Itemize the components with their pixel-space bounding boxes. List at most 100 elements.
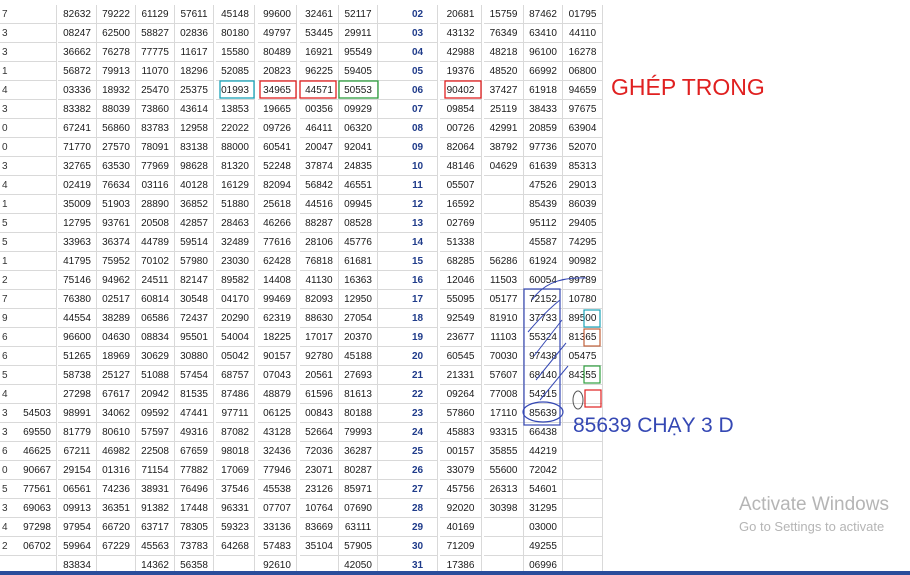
cell[interactable]: 45538 (258, 480, 297, 499)
cell[interactable]: 96600 (58, 328, 97, 347)
cell[interactable]: 20681 (440, 5, 482, 24)
empty-cell[interactable] (378, 347, 398, 366)
cell[interactable] (563, 442, 603, 461)
row-number[interactable]: 5 (0, 366, 18, 385)
cell[interactable] (484, 195, 524, 214)
cell[interactable]: 44516 (300, 195, 339, 214)
cell[interactable]: 38289 (97, 309, 136, 328)
cell[interactable]: 76818 (300, 252, 339, 271)
cell[interactable]: 06800 (563, 62, 603, 81)
cell[interactable]: 38931 (136, 480, 175, 499)
day-cell[interactable]: 04 (398, 43, 438, 62)
cell[interactable]: 94659 (563, 81, 603, 100)
cell[interactable]: 63530 (97, 157, 136, 176)
cell[interactable]: 76496 (175, 480, 214, 499)
cell[interactable]: 30398 (484, 499, 524, 518)
cell[interactable]: 00356 (300, 100, 339, 119)
cell[interactable]: 11070 (136, 62, 175, 81)
cell[interactable]: 19376 (440, 62, 482, 81)
cell[interactable]: 72036 (300, 442, 339, 461)
cell[interactable]: 45563 (136, 537, 175, 556)
cell[interactable]: 24511 (136, 271, 175, 290)
cell[interactable] (18, 290, 57, 309)
cell[interactable]: 25470 (136, 81, 175, 100)
cell[interactable]: 04630 (97, 328, 136, 347)
empty-cell[interactable] (378, 442, 398, 461)
cell[interactable]: 96225 (300, 62, 339, 81)
cell[interactable]: 16921 (300, 43, 339, 62)
cell[interactable]: 37874 (300, 157, 339, 176)
empty-cell[interactable] (378, 480, 398, 499)
row-number[interactable]: 6 (0, 347, 18, 366)
row-number[interactable]: 4 (0, 518, 18, 537)
cell[interactable]: 46266 (258, 214, 297, 233)
cell[interactable]: 02769 (440, 214, 482, 233)
cell[interactable]: 66992 (524, 62, 563, 81)
cell[interactable]: 10764 (300, 499, 339, 518)
cell[interactable]: 23030 (216, 252, 255, 271)
cell[interactable]: 68757 (216, 366, 255, 385)
cell[interactable]: 61129 (136, 5, 175, 24)
cell[interactable]: 67211 (58, 442, 97, 461)
cell[interactable]: 61924 (524, 252, 563, 271)
cell[interactable]: 24835 (339, 157, 378, 176)
cell[interactable]: 71209 (440, 537, 482, 556)
cell[interactable]: 33963 (58, 233, 97, 252)
cell[interactable]: 97438 (524, 347, 563, 366)
empty-cell[interactable] (378, 157, 398, 176)
cell[interactable]: 59323 (216, 518, 255, 537)
cell[interactable] (18, 100, 57, 119)
cell[interactable]: 60541 (258, 138, 297, 157)
cell[interactable] (484, 214, 524, 233)
cell[interactable]: 90667 (18, 461, 57, 480)
cell[interactable]: 99600 (258, 5, 297, 24)
empty-cell[interactable] (378, 100, 398, 119)
cell[interactable]: 83783 (136, 119, 175, 138)
cell[interactable]: 90402 (440, 81, 482, 100)
cell[interactable]: 36662 (58, 43, 97, 62)
cell[interactable]: 42991 (484, 119, 524, 138)
cell[interactable] (18, 195, 57, 214)
empty-cell[interactable] (378, 138, 398, 157)
cell[interactable]: 80489 (258, 43, 297, 62)
cell[interactable]: 40169 (440, 518, 482, 537)
cell[interactable]: 15580 (216, 43, 255, 62)
cell[interactable]: 02836 (175, 24, 214, 43)
cell[interactable]: 82093 (300, 290, 339, 309)
cell[interactable]: 90157 (258, 347, 297, 366)
empty-cell[interactable] (378, 328, 398, 347)
day-cell[interactable]: 02 (398, 5, 438, 24)
day-cell[interactable]: 24 (398, 423, 438, 442)
cell[interactable]: 08528 (339, 214, 378, 233)
cell[interactable]: 82094 (258, 176, 297, 195)
cell[interactable]: 46982 (97, 442, 136, 461)
row-number[interactable]: 0 (0, 119, 18, 138)
cell[interactable]: 13853 (216, 100, 255, 119)
empty-cell[interactable] (378, 423, 398, 442)
cell[interactable]: 98628 (175, 157, 214, 176)
cell[interactable]: 16363 (339, 271, 378, 290)
cell[interactable]: 81320 (216, 157, 255, 176)
cell[interactable]: 28890 (136, 195, 175, 214)
cell[interactable]: 92041 (339, 138, 378, 157)
cell[interactable]: 12950 (339, 290, 378, 309)
cell[interactable]: 76278 (97, 43, 136, 62)
cell[interactable]: 57597 (136, 423, 175, 442)
cell[interactable]: 12795 (58, 214, 97, 233)
cell[interactable]: 28106 (300, 233, 339, 252)
cell[interactable] (18, 214, 57, 233)
cell[interactable]: 48520 (484, 62, 524, 81)
cell[interactable] (18, 328, 57, 347)
empty-cell[interactable] (378, 252, 398, 271)
cell[interactable]: 15759 (484, 5, 524, 24)
cell[interactable]: 52248 (258, 157, 297, 176)
cell[interactable]: 18969 (97, 347, 136, 366)
cell[interactable]: 66438 (524, 423, 563, 442)
cell[interactable]: 07043 (258, 366, 297, 385)
cell[interactable]: 78091 (136, 138, 175, 157)
cell[interactable]: 57611 (175, 5, 214, 24)
cell[interactable]: 44110 (563, 24, 603, 43)
cell[interactable]: 09264 (440, 385, 482, 404)
cell[interactable]: 57607 (484, 366, 524, 385)
cell[interactable]: 45756 (440, 480, 482, 499)
